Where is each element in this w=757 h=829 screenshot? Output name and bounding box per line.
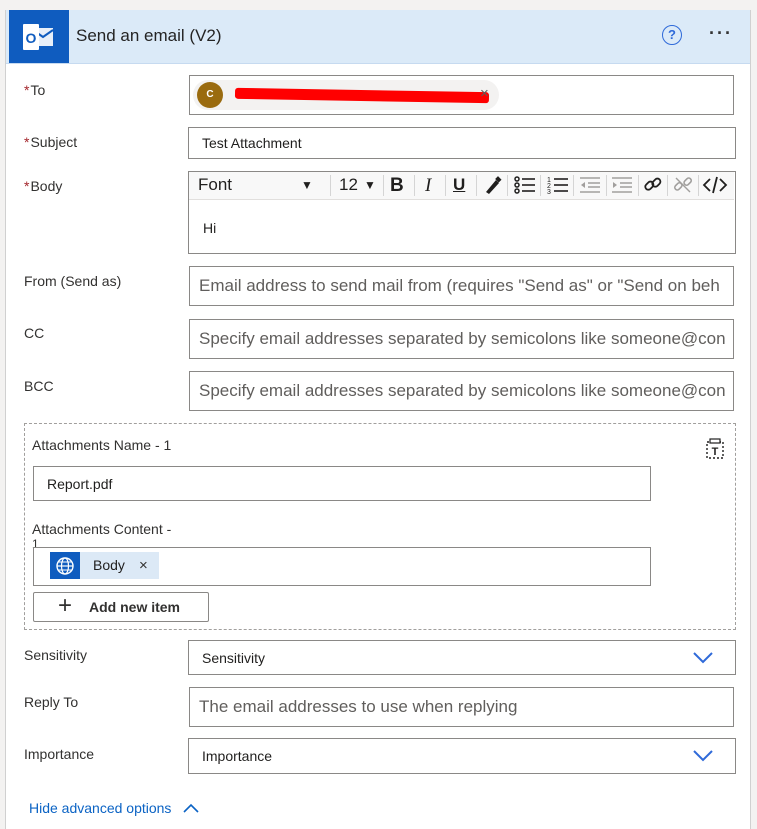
underline-button[interactable]: U [453, 175, 465, 195]
body-label: *Body [24, 178, 63, 194]
subject-label: *Subject [24, 134, 78, 150]
chevron-down-icon [693, 650, 713, 667]
toolbar-divider [606, 175, 607, 196]
toolbar-divider [638, 175, 639, 196]
toolbar-divider [698, 175, 699, 196]
required-marker: * [24, 134, 30, 150]
svg-text:3: 3 [547, 189, 551, 196]
dynamic-content-token[interactable]: Body × [50, 552, 159, 579]
rich-text-toolbar: Font ▼ 12 ▼ B I U 123 [189, 172, 734, 200]
reply-to-label: Reply To [24, 694, 79, 710]
sensitivity-value: Sensitivity [202, 649, 266, 666]
decrease-indent-icon[interactable] [578, 174, 602, 201]
globe-icon [50, 552, 80, 579]
attachments-array: Attachments Name - 1 T Report.pdf Attach… [24, 423, 736, 630]
more-options-icon[interactable]: ··· [709, 23, 733, 44]
numbered-list-icon[interactable]: 123 [546, 174, 570, 201]
toolbar-divider [330, 175, 331, 196]
toolbar-divider [573, 175, 574, 196]
chevron-up-icon [183, 800, 199, 816]
required-marker: * [24, 82, 30, 98]
attachment-name-value: Report.pdf [47, 475, 113, 492]
from-field[interactable]: Email address to send mail from (require… [189, 266, 734, 306]
toolbar-divider [540, 175, 541, 196]
hide-advanced-options-label: Hide advanced options [29, 800, 172, 816]
hide-advanced-options-link[interactable]: Hide advanced options [29, 800, 199, 816]
toolbar-divider [476, 175, 477, 196]
toolbar-divider [414, 175, 415, 196]
toolbar-divider [445, 175, 446, 196]
cc-field[interactable]: Specify email addresses separated by sem… [189, 319, 734, 359]
required-marker: * [24, 178, 30, 194]
token-label: Body [93, 557, 125, 573]
link-icon[interactable] [642, 174, 664, 201]
body-value: Hi [203, 220, 217, 236]
help-icon[interactable]: ? [662, 25, 682, 45]
toolbar-divider [507, 175, 508, 196]
subject-field[interactable]: Test Attachment [188, 127, 736, 159]
cc-label: CC [24, 325, 45, 341]
font-size-dropdown[interactable]: 12 [339, 175, 358, 195]
to-field[interactable]: C × [189, 75, 734, 115]
bcc-placeholder: Specify email addresses separated by sem… [199, 381, 726, 400]
bcc-label: BCC [24, 378, 54, 394]
attachment-content-field[interactable]: Body × [33, 547, 651, 586]
reply-to-field[interactable]: The email addresses to use when replying [189, 687, 734, 727]
attachment-name-label: Attachments Name - 1 [32, 437, 172, 453]
plus-icon: + [58, 592, 73, 619]
importance-dropdown[interactable]: Importance [188, 738, 736, 774]
remove-recipient-icon[interactable]: × [480, 85, 489, 102]
reply-to-placeholder: The email addresses to use when replying [199, 697, 518, 716]
toolbar-divider [667, 175, 668, 196]
avatar: C [197, 82, 223, 108]
font-dropdown-chevron-icon[interactable]: ▼ [301, 178, 313, 192]
italic-button[interactable]: I [425, 175, 431, 197]
font-dropdown[interactable]: Font [198, 175, 232, 195]
action-card: O Send an email (V2) ? ··· *To C × *Subj… [5, 10, 751, 829]
toolbar-divider [383, 175, 384, 196]
bcc-field[interactable]: Specify email addresses separated by sem… [189, 371, 734, 411]
increase-indent-icon[interactable] [610, 174, 634, 201]
importance-value: Importance [202, 748, 273, 764]
switch-to-text-mode-icon[interactable]: T [704, 438, 726, 465]
svg-text:T: T [712, 446, 719, 458]
code-view-icon[interactable] [702, 174, 728, 201]
bulleted-list-icon[interactable] [513, 174, 537, 201]
svg-text:O: O [26, 30, 37, 46]
card-title: Send an email (V2) [76, 26, 222, 45]
subject-value: Test Attachment [202, 135, 302, 151]
add-new-item-button[interactable]: + Add new item [33, 592, 209, 622]
cc-placeholder: Specify email addresses separated by sem… [199, 329, 726, 348]
to-label: *To [24, 82, 46, 98]
attachment-name-field[interactable]: Report.pdf [33, 466, 651, 501]
remove-token-icon[interactable]: × [139, 557, 148, 574]
bold-button[interactable]: B [390, 175, 404, 197]
sensitivity-dropdown[interactable]: Sensitivity [188, 640, 736, 675]
card-header[interactable]: O Send an email (V2) ? ··· [6, 10, 750, 64]
from-placeholder: Email address to send mail from (require… [199, 276, 720, 295]
unlink-icon[interactable] [672, 174, 694, 201]
redaction-mark [234, 87, 490, 104]
importance-label: Importance [24, 746, 95, 762]
sensitivity-label: Sensitivity [24, 647, 88, 663]
font-size-chevron-icon[interactable]: ▼ [364, 178, 376, 192]
body-editor[interactable]: Font ▼ 12 ▼ B I U 123 Hi [188, 171, 736, 254]
add-new-item-label: Add new item [89, 599, 181, 615]
attachment-content-label: Attachments Content - [32, 521, 172, 537]
from-label: From (Send as) [24, 273, 122, 289]
text-color-icon[interactable] [482, 174, 504, 201]
recipient-token[interactable]: C × [193, 80, 499, 110]
outlook-icon: O [9, 10, 69, 63]
chevron-down-icon [693, 748, 713, 765]
